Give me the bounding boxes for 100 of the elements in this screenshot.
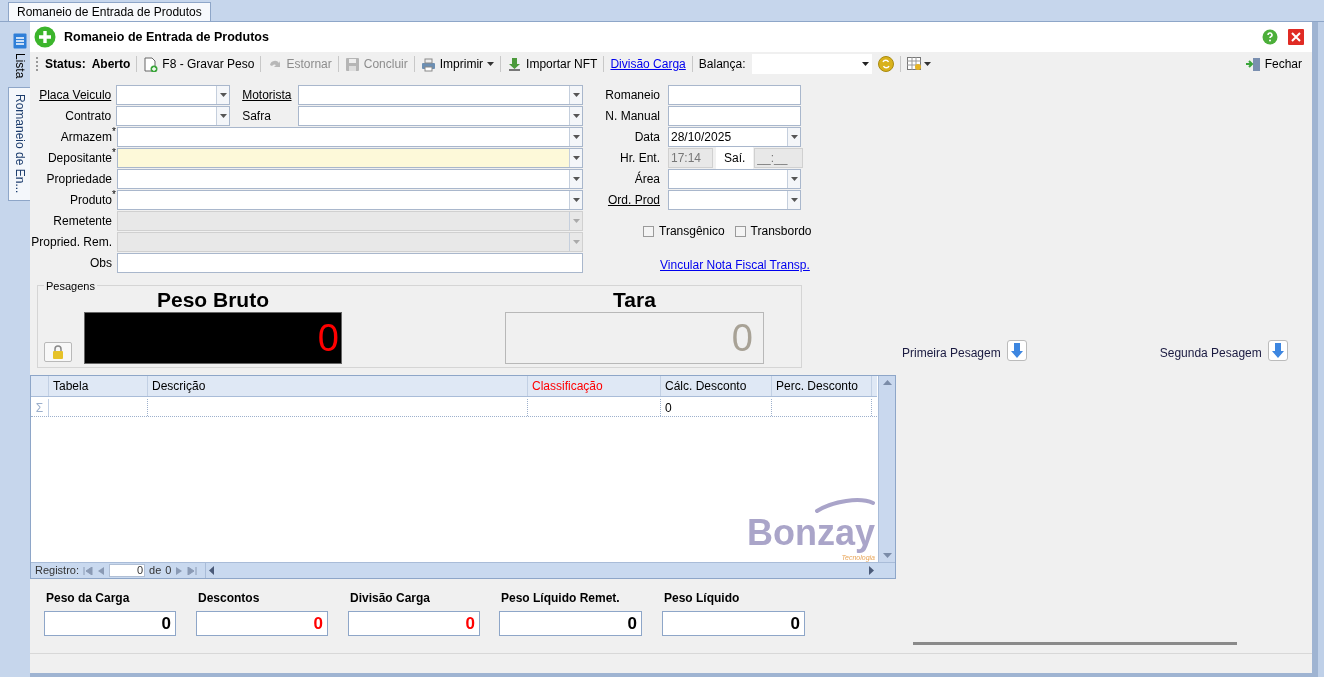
field-label: Remetente (52, 213, 112, 230)
left-arrow-icon (209, 566, 215, 575)
combo-box[interactable] (668, 190, 801, 210)
total-label: Descontos (197, 590, 261, 607)
weighing-label: Segunda Pesagem (1159, 345, 1262, 362)
of-label: de (149, 563, 162, 579)
combo-box[interactable] (117, 127, 583, 147)
combo-box[interactable] (297, 106, 583, 126)
field-link[interactable]: Motorista (242, 86, 293, 104)
combo-box[interactable] (297, 85, 583, 105)
column-header[interactable]: Cálc. Desconto (661, 376, 772, 396)
document-add-icon (143, 56, 159, 72)
list-icon (12, 33, 27, 49)
field-link[interactable]: Ord. Prod (602, 191, 660, 209)
field-label: Romaneio (604, 87, 660, 104)
total-label: Peso Líquido Remet. (500, 590, 621, 607)
caret-icon (861, 62, 869, 66)
total-field: 0 (499, 611, 642, 636)
tare-display: 0 (505, 312, 764, 364)
close-button[interactable]: Fechar (1244, 55, 1302, 73)
toolbar-button[interactable]: Importar NFT (507, 55, 598, 73)
invoice-link[interactable]: Vincular Nota Fiscal Transp. (660, 256, 810, 274)
field-label: Propriedade (45, 171, 112, 188)
caret-icon (219, 93, 227, 97)
horizontal-scrollbar[interactable] (205, 563, 877, 578)
lock-button[interactable] (44, 342, 72, 362)
document-tab[interactable]: Romaneio de Entrada de Produtos (8, 2, 211, 21)
status-label: Status: (45, 56, 86, 73)
checkbox[interactable]: Transbordo (734, 222, 812, 240)
total-label: Peso Líquido (663, 590, 741, 607)
required-mark: * (112, 127, 116, 137)
scale-label: Balança: (698, 56, 746, 73)
total-field: 0 (44, 611, 176, 636)
caret-icon (572, 114, 580, 118)
caret-icon (572, 177, 580, 181)
gross-weight-display: 0 (84, 312, 342, 364)
weighing-label: Primeira Pesagem (902, 345, 1001, 362)
tare-label: Tara (613, 288, 656, 312)
field-label: Produto (68, 192, 112, 209)
combo-box[interactable] (117, 169, 583, 189)
field-label: Data (633, 129, 660, 146)
down-arrow-icon (882, 553, 892, 558)
add-icon (34, 26, 56, 48)
column-header[interactable]: Tabela (49, 376, 148, 396)
padlock-icon (52, 345, 64, 359)
table-icon (906, 57, 922, 71)
input-field[interactable] (668, 85, 801, 105)
field-label: N. Manual (604, 108, 660, 125)
record-field[interactable]: 0 (109, 564, 146, 577)
status-value: Aberto (91, 56, 131, 73)
caret-icon (487, 62, 495, 66)
previous-record-icon[interactable] (97, 566, 106, 575)
caret-icon (219, 114, 227, 118)
total-label: Peso da Carga (45, 590, 131, 607)
combo-box[interactable] (117, 190, 583, 210)
caret-icon (790, 135, 798, 139)
column-header[interactable]: Perc. Desconto (772, 376, 872, 396)
field-label: Hr. Ent. (619, 150, 660, 167)
last-record-icon[interactable] (187, 566, 198, 575)
caret-icon (572, 198, 580, 202)
input-field[interactable] (668, 106, 801, 126)
printer-icon (420, 56, 436, 72)
column-header[interactable]: Descrição (148, 376, 528, 396)
grid-layout-button[interactable] (906, 57, 931, 71)
field-link[interactable]: Placa Veiculo (30, 86, 112, 104)
field-label: Área (633, 170, 660, 188)
combo-box[interactable] (116, 106, 231, 126)
refresh-icon[interactable] (877, 56, 894, 72)
door-exit-icon (1244, 56, 1261, 72)
close-icon[interactable] (1288, 29, 1304, 45)
form-title: Romaneio de Entrada de Produtos (64, 28, 269, 46)
weighing-button[interactable] (1267, 339, 1288, 361)
field-label: Obs (89, 255, 112, 272)
next-record-icon[interactable] (175, 566, 184, 575)
first-record-icon[interactable] (83, 566, 94, 575)
weighing-button[interactable] (1006, 339, 1027, 361)
combo-box[interactable] (116, 85, 231, 105)
field-label: Propried. Rem. (30, 234, 112, 251)
caret-icon (572, 219, 580, 223)
combo-box[interactable] (668, 169, 801, 189)
vertical-scrollbar[interactable] (878, 376, 895, 562)
gross-weight-label: Peso Bruto (157, 288, 269, 312)
caret-icon (572, 135, 580, 139)
side-tab[interactable]: Romaneio de En... (8, 87, 30, 201)
help-icon[interactable] (1262, 29, 1278, 45)
right-arrow-icon (869, 566, 874, 575)
field-label: Saí. (716, 147, 754, 169)
field-label: Safra (242, 108, 272, 125)
caret-icon (572, 93, 580, 97)
down-arrow-icon (1271, 342, 1284, 358)
input-field[interactable] (117, 253, 583, 273)
print-dropdown-button[interactable]: Imprimir (420, 55, 495, 73)
checkbox[interactable]: Transgênico (643, 222, 725, 240)
combo-box[interactable]: 28/10/2025 (668, 127, 801, 147)
toolbar-button[interactable]: F8 - Gravar Peso (143, 55, 255, 73)
caret-icon (790, 177, 798, 181)
division-link[interactable]: Divisão Carga (610, 55, 686, 73)
combo-box[interactable] (117, 148, 583, 168)
up-arrow-icon (882, 380, 892, 385)
caret-icon (790, 198, 798, 202)
